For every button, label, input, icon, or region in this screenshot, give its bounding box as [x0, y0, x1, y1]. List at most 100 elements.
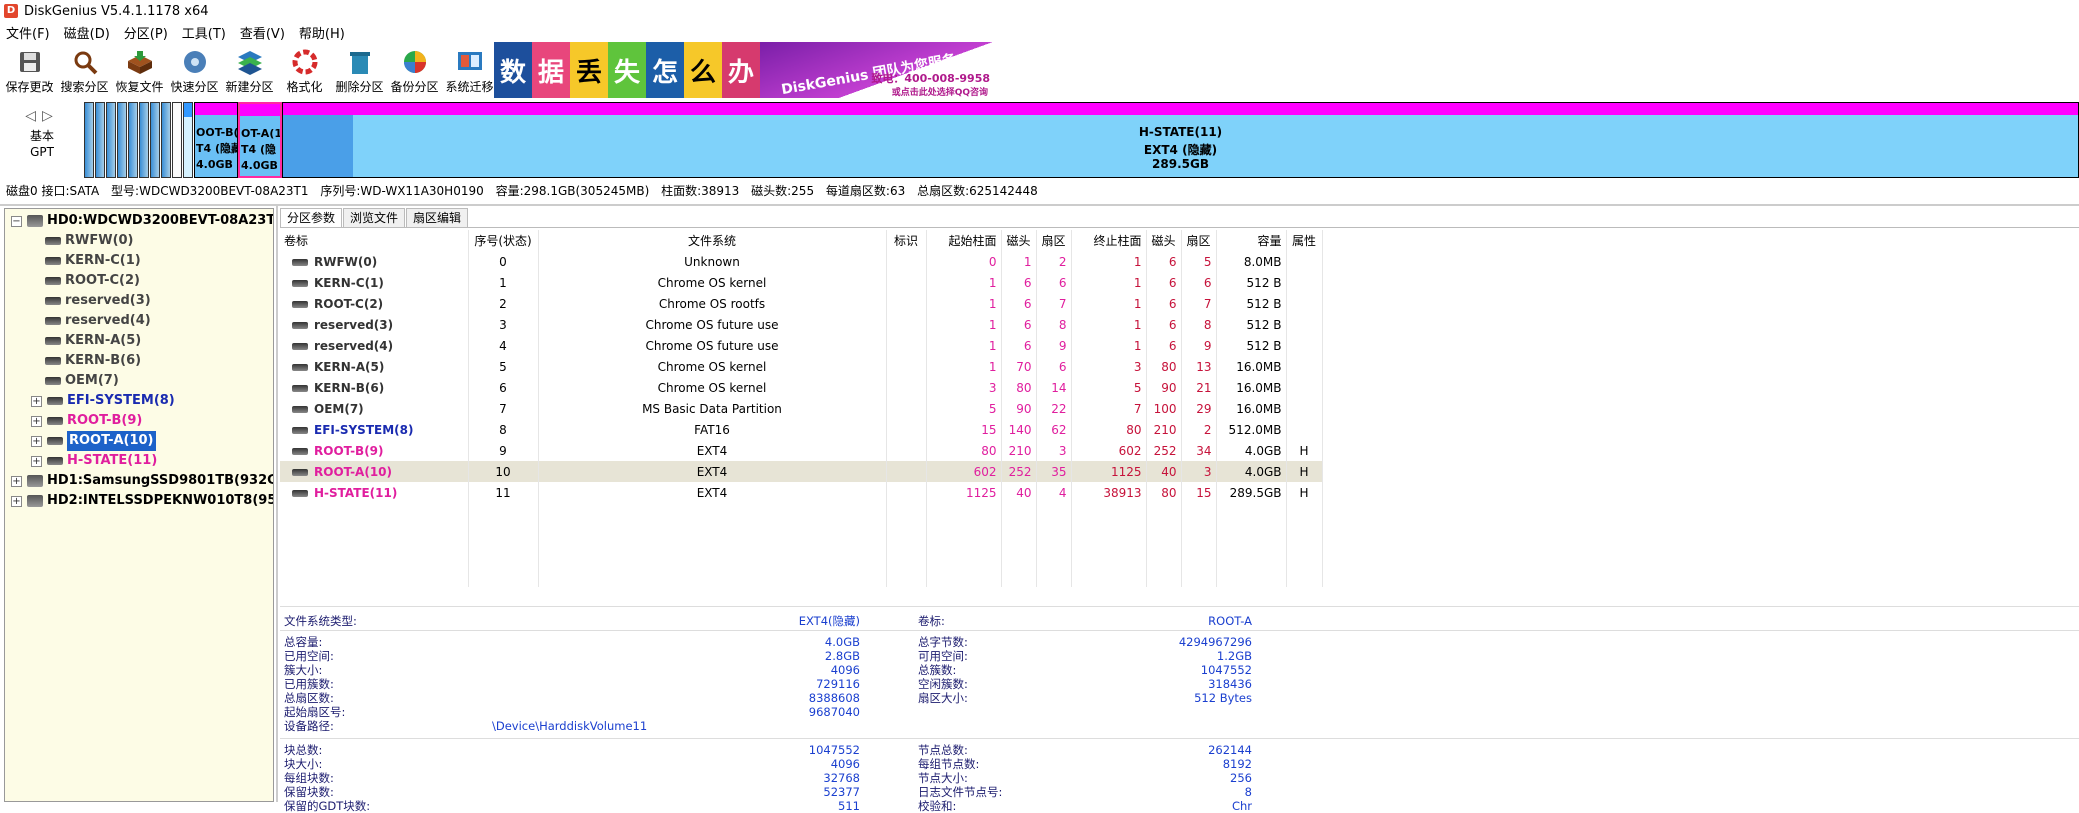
quick-partition-button[interactable]: 快速分区 [167, 42, 222, 98]
menu-help[interactable]: 帮助(H) [299, 23, 345, 42]
col-end-sector[interactable]: 扇区 [1181, 230, 1217, 251]
menu-file[interactable]: 文件(F) [6, 23, 50, 42]
tree-partition-kern-c[interactable]: KERN-C(1) [45, 251, 141, 271]
tree-partition-efi[interactable]: + EFI-SYSTEM(8) [31, 391, 175, 411]
col-index[interactable]: 序号(状态) [468, 230, 539, 251]
expand-icon[interactable]: + [31, 395, 42, 407]
system-migration-button[interactable]: 系统迁移 [442, 42, 497, 98]
tree-partition-root-c[interactable]: ROOT-C(2) [45, 271, 140, 291]
table-cell: 80 [926, 440, 1002, 461]
table-cell: 15 [1181, 482, 1217, 503]
table-cell: 1 [1071, 293, 1147, 314]
table-row[interactable]: KERN-B(6) 6 Chrome OS kernel 3 80 14 5 90 21 16.0… [280, 377, 1323, 398]
tree-partition-kern-b[interactable]: KERN-B(6) [45, 351, 141, 371]
table-row[interactable]: KERN-A(5) 5 Chrome OS kernel 1 70 6 3 80 13 16.0M… [280, 356, 1323, 377]
menu-partition[interactable]: 分区(P) [124, 23, 168, 42]
tree-partition-reserved-3[interactable]: reserved(3) [45, 291, 151, 311]
map-partition-h-state[interactable]: H-STATE(11) EXT4 (隐藏) 289.5GB [282, 102, 2079, 178]
new-partition-button[interactable]: 新建分区 [222, 42, 277, 98]
tree-partition-h-state[interactable]: + H-STATE(11) [31, 451, 157, 471]
detail-key: 校验和: [918, 799, 957, 813]
banner-qq-link[interactable]: 或点击此处选择QQ咨询 [892, 85, 988, 98]
disk-kind: 基本 [29, 129, 54, 143]
tree-hd2[interactable]: +HD2:INTELSSDPEKNW010T8(954GB) [11, 491, 273, 511]
col-start-cyl[interactable]: 起始柱面 [926, 230, 1002, 251]
map-partition-rwfw[interactable] [84, 102, 94, 178]
format-button[interactable]: 格式化 [277, 42, 332, 98]
table-row[interactable]: ROOT-B(9) 9 EXT4 80 210 3 602 252 34 4.0GB H [280, 440, 1323, 461]
table-cell: Unknown [538, 251, 887, 272]
tree-partition-root-a[interactable]: + ROOT-A(10) [31, 431, 156, 451]
menu-bar: 文件(F) 磁盘(D) 分区(P) 工具(T) 查看(V) 帮助(H) [0, 22, 2079, 42]
menu-disk[interactable]: 磁盘(D) [64, 23, 110, 42]
pane-splitter[interactable] [276, 206, 278, 802]
expand-icon[interactable]: + [11, 495, 22, 507]
save-changes-button[interactable]: 保存更改 [2, 42, 57, 98]
tree-partition-oem[interactable]: OEM(7) [45, 371, 119, 391]
table-cell: 70 [1001, 356, 1037, 377]
expand-icon[interactable]: + [11, 475, 22, 487]
table-cell [1286, 377, 1323, 398]
col-filesystem[interactable]: 文件系统 [538, 230, 887, 251]
menu-view[interactable]: 查看(V) [240, 23, 285, 42]
expand-icon[interactable]: + [31, 415, 42, 427]
table-cell: 8 [1181, 314, 1217, 335]
map-free-space[interactable] [172, 102, 182, 178]
map-partition-root-c[interactable] [106, 102, 116, 178]
col-attributes[interactable]: 属性 [1286, 230, 1323, 251]
map-partition-kern-b[interactable] [150, 102, 160, 178]
tab-partition-params[interactable]: 分区参数 [280, 208, 343, 227]
map-partition-kern-a[interactable] [139, 102, 149, 178]
col-capacity[interactable]: 容量 [1216, 230, 1287, 251]
collapse-icon[interactable]: − [11, 215, 22, 227]
tree-partition-root-b[interactable]: + ROOT-B(9) [31, 411, 142, 431]
tree-partition-reserved-4[interactable]: reserved(4) [45, 311, 151, 331]
search-partition-button[interactable]: 搜索分区 [57, 42, 112, 98]
recover-files-button[interactable]: 恢复文件 [112, 42, 167, 98]
map-partition-efi[interactable] [183, 102, 193, 178]
table-row[interactable]: RWFW(0) 0 Unknown 0 1 2 1 6 5 8.0MB [280, 251, 1323, 272]
tree-partition-kern-a[interactable]: KERN-A(5) [45, 331, 141, 351]
table-cell: 1 [926, 356, 1002, 377]
map-partition-root-b[interactable]: OOT-B( T4 (隐藏 4.0GB [194, 102, 238, 178]
empty-cell [280, 503, 469, 524]
map-partition-oem[interactable] [161, 102, 171, 178]
table-row[interactable]: EFI-SYSTEM(8) 8 FAT16 15 140 62 80 210 2 512.0MB [280, 419, 1323, 440]
col-end-head[interactable]: 磁头 [1146, 230, 1182, 251]
expand-icon[interactable]: + [31, 435, 42, 447]
table-row[interactable]: reserved(4) 4 Chrome OS future use 1 6 9 1 6 9 51… [280, 335, 1323, 356]
partition-map: OOT-B( T4 (隐藏 4.0GB OT-A(1 T4 (隐 4.0GB H… [84, 102, 2079, 178]
col-start-head[interactable]: 磁头 [1001, 230, 1037, 251]
tab-sector-editor[interactable]: 扇区编辑 [406, 208, 469, 227]
col-end-cyl[interactable]: 终止柱面 [1071, 230, 1147, 251]
empty-cell [886, 503, 927, 524]
table-row[interactable]: H-STATE(11) 11 EXT4 1125 40 4 38913 80 15 289.5GB… [280, 482, 1323, 503]
map-partition-kern-c[interactable] [95, 102, 105, 178]
table-row[interactable]: reserved(3) 3 Chrome OS future use 1 6 8 1 6 8 51… [280, 314, 1323, 335]
map-partition-reserved-3[interactable] [117, 102, 127, 178]
tree-hd0[interactable]: −HD0:WDCWD3200BEVT-08A23T1(298GB) [11, 211, 273, 231]
table-row[interactable]: ROOT-C(2) 2 Chrome OS rootfs 1 6 7 1 6 7 512 B [280, 293, 1323, 314]
map-partition-root-a[interactable]: OT-A(1 T4 (隐 4.0GB [238, 102, 282, 178]
col-volume-label[interactable]: 卷标 [280, 230, 469, 251]
table-cell [886, 356, 927, 377]
hard-disk-icon [27, 495, 43, 507]
expand-icon[interactable]: + [31, 455, 42, 467]
detail-value: 1047552 [1200, 663, 1252, 677]
tab-browse-files[interactable]: 浏览文件 [343, 208, 406, 227]
detail-value: 52377 [823, 785, 860, 799]
table-row[interactable]: OEM(7) 7 MS Basic Data Partition 5 90 22 7 100 2… [280, 398, 1323, 419]
map-partition-reserved-4[interactable] [128, 102, 138, 178]
delete-partition-button[interactable]: 删除分区 [332, 42, 387, 98]
col-id[interactable]: 标识 [886, 230, 927, 251]
promo-banner[interactable]: 数 据 丢 失 怎 么 办 DiskGenius 团队为您服务 致电：400-0… [494, 42, 994, 98]
backup-partition-button[interactable]: 备份分区 [387, 42, 442, 98]
table-row[interactable]: ROOT-A(10) 10 EXT4 602 252 35 1125 40 3 4.0GB H [280, 461, 1323, 482]
table-cell: H [1286, 482, 1323, 503]
tree-partition-rwfw[interactable]: RWFW(0) [45, 231, 134, 251]
col-start-sector[interactable]: 扇区 [1036, 230, 1072, 251]
tree-hd1[interactable]: + HD1:SamsungSSD9801TB(932GB) [11, 471, 273, 491]
disk-switch-arrows-icon[interactable]: ◁▷ [25, 108, 59, 124]
menu-tools[interactable]: 工具(T) [182, 23, 226, 42]
table-row[interactable]: KERN-C(1) 1 Chrome OS kernel 1 6 6 1 6 6 512 B [280, 272, 1323, 293]
